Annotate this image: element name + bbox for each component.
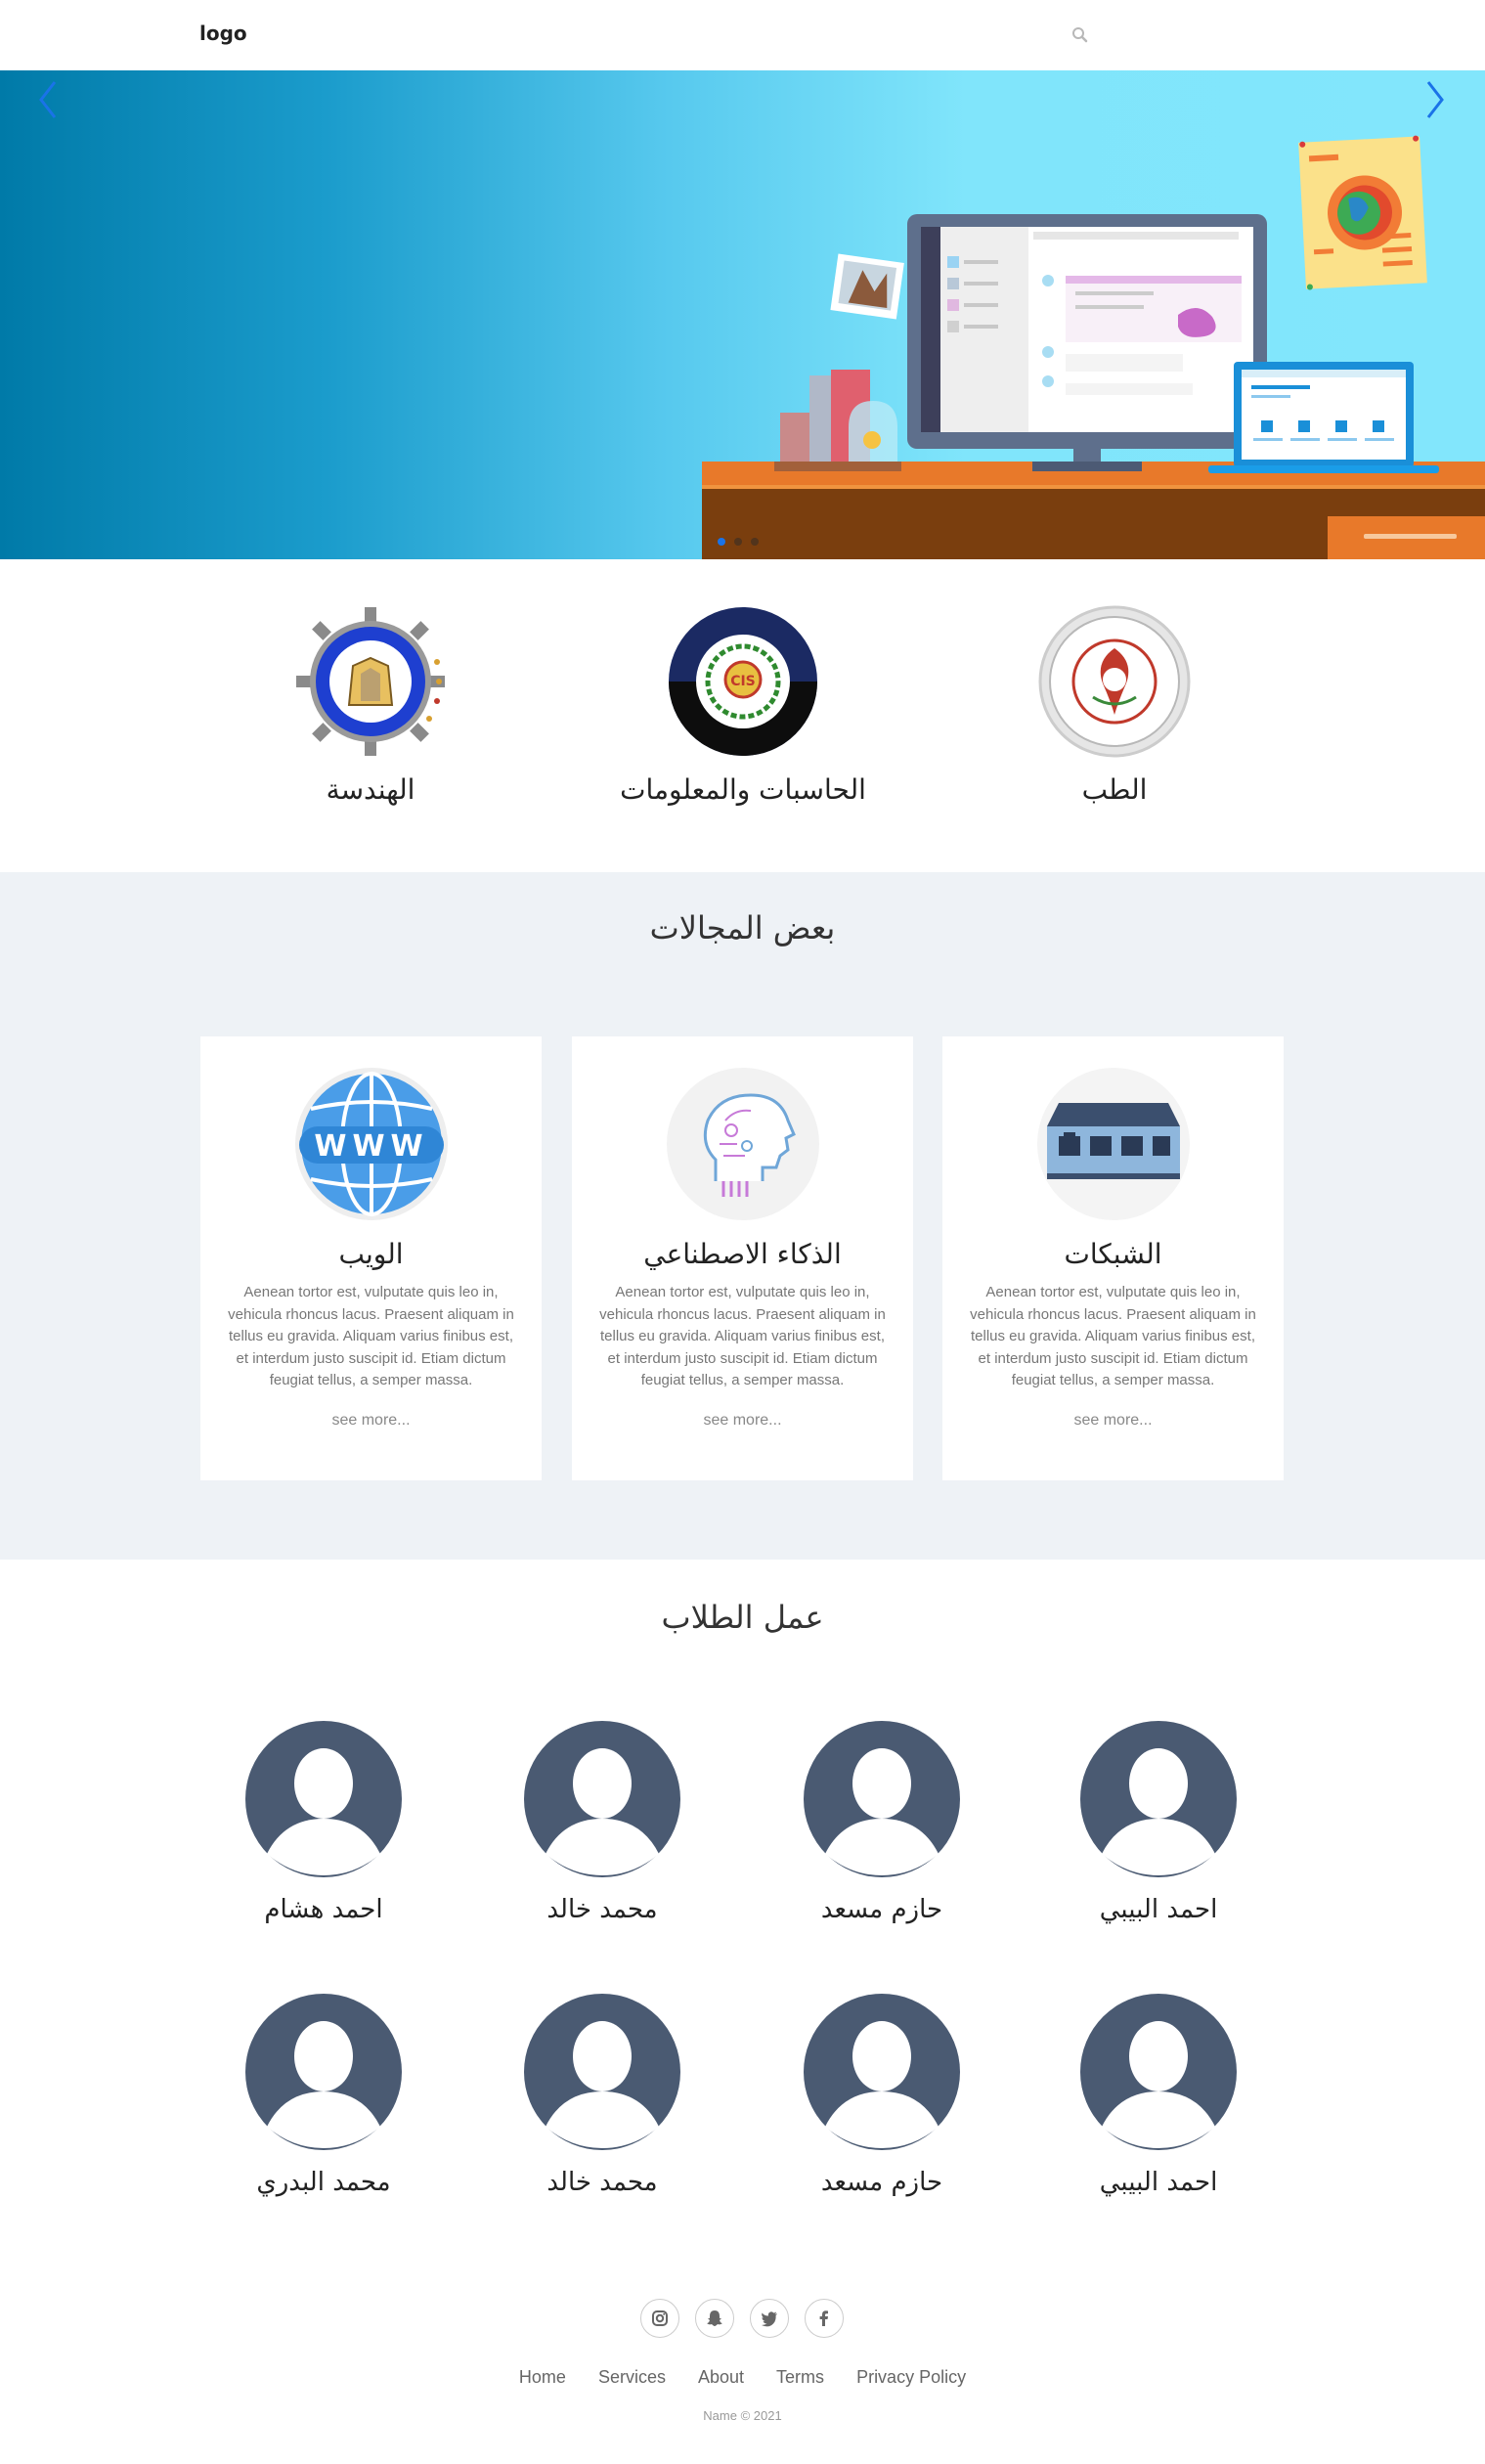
field-card-web: WWW الويب Aenean tortor est, vulputate q… [200,1036,542,1480]
student-name: احمد البيبي [1099,2168,1218,2197]
site-footer: Home Services About Terms Privacy Policy… [0,2283,1485,2464]
faculty-name: الهندسة [326,773,415,806]
ai-head-icon [666,1068,819,1220]
field-title: الويب [338,1238,404,1270]
faculty-medicine[interactable]: الطب [968,603,1261,806]
field-card-networks: الشبكات Aenean tortor est, vulputate qui… [942,1036,1284,1480]
copyright: Name © 2021 [703,2408,782,2423]
student-name: محمد خالد [546,2168,658,2197]
field-description: Aenean tortor est, vulputate quis leo in… [970,1284,1256,1388]
footer-link-home[interactable]: Home [519,2367,566,2387]
footer-link-about[interactable]: About [698,2367,744,2387]
see-more-link[interactable]: see more... [942,1412,1284,1430]
carousel-dot[interactable] [751,538,759,546]
carousel-indicators [718,538,759,546]
fields-section: بعض المجالات الشبكات Aenean tortor est, … [0,872,1485,1560]
student-card[interactable]: حازم مسعد [784,1721,980,1924]
site-header: logo [0,0,1485,70]
logo[interactable]: logo [199,22,247,45]
field-title: الذكاء الاصطناعي [643,1238,842,1270]
avatar-icon [524,1994,680,2150]
chevron-left-icon[interactable] [29,70,68,129]
www-globe-icon: WWW [294,1068,448,1220]
chevron-right-icon[interactable] [1415,70,1454,129]
faculty-name: الطب [1081,773,1148,806]
field-description: Aenean tortor est, vulputate quis leo in… [599,1284,886,1388]
computers-information-emblem-icon: CIS [669,607,817,756]
twitter-icon[interactable] [750,2299,789,2338]
instagram-icon[interactable] [640,2299,679,2338]
facebook-icon[interactable] [805,2299,844,2338]
engineering-emblem-icon [296,607,445,756]
student-card[interactable]: احمد البيبي [1061,1994,1256,2197]
faculty-engineering[interactable]: الهندسة [224,603,517,806]
student-name: محمد البدري [256,2168,391,2197]
student-name: محمد خالد [546,1895,658,1924]
faculties-section: الطب CIS الحاسبات والمعلومات الهندسة [0,559,1485,872]
avatar-icon [1080,1721,1237,1877]
footer-link-privacy-policy[interactable]: Privacy Policy [856,2367,966,2387]
student-card[interactable]: احمد البيبي [1061,1721,1256,1924]
see-more-link[interactable]: see more... [200,1412,542,1430]
hero-carousel [0,70,1485,559]
snapchat-icon[interactable] [695,2299,734,2338]
faculty-name: الحاسبات والمعلومات [620,773,866,806]
avatar-icon [245,1994,402,2150]
footer-links: Home Services About Terms Privacy Policy [0,2367,1485,2388]
student-card[interactable]: احمد هشام [226,1721,421,1924]
avatar-icon [245,1721,402,1877]
student-name: حازم مسعد [820,1895,943,1924]
avatar-icon [804,1994,960,2150]
student-card[interactable]: محمد خالد [504,1721,700,1924]
carousel-dot[interactable] [718,538,725,546]
field-description: Aenean tortor est, vulputate quis leo in… [228,1284,514,1388]
footer-link-services[interactable]: Services [598,2367,666,2387]
field-title: الشبكات [1064,1238,1162,1270]
students-section: عمل الطلاب احمد البيبي حازم مسعد محمد خا… [0,1560,1485,2283]
social-links [640,2299,844,2338]
svg-text:CIS: CIS [730,674,756,689]
hero-illustration [702,135,1485,559]
avatar-icon [524,1721,680,1877]
carousel-dot[interactable] [734,538,742,546]
student-card[interactable]: محمد خالد [504,1994,700,2197]
student-name: حازم مسعد [820,2168,943,2197]
search-icon[interactable] [1070,25,1090,45]
avatar-icon [804,1721,960,1877]
section-title: عمل الطلاب [661,1599,824,1636]
student-card[interactable]: محمد البدري [226,1994,421,2197]
svg-text:WWW: WWW [314,1129,428,1164]
student-name: احمد البيبي [1099,1895,1218,1924]
network-switch-icon [1036,1068,1190,1220]
footer-link-terms[interactable]: Terms [776,2367,824,2387]
section-title: بعض المجالات [649,909,836,946]
field-card-ai: الذكاء الاصطناعي Aenean tortor est, vulp… [572,1036,913,1480]
faculty-computers-information[interactable]: CIS الحاسبات والمعلومات [596,603,890,806]
see-more-link[interactable]: see more... [572,1412,913,1430]
student-name: احمد هشام [264,1895,383,1924]
medicine-emblem-icon [1038,605,1191,758]
avatar-icon [1080,1994,1237,2150]
student-card[interactable]: حازم مسعد [784,1994,980,2197]
